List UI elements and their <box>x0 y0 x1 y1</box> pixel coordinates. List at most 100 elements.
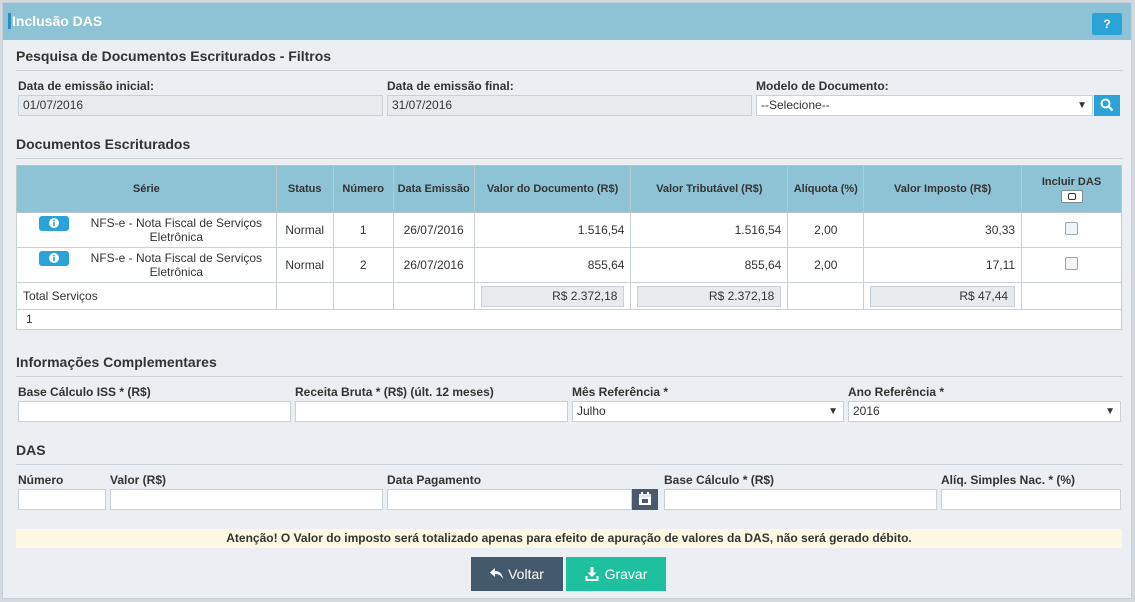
cell-serie: NFS-e - Nota Fiscal de Serviços Eletrôni… <box>16 212 277 248</box>
back-button-label: Voltar <box>508 566 544 582</box>
das-numero-input[interactable] <box>18 489 106 510</box>
download-icon <box>585 567 599 581</box>
start-date-label: Data de emissão inicial: <box>18 79 155 93</box>
search-button[interactable] <box>1094 95 1120 116</box>
search-icon <box>1100 98 1114 112</box>
warning-message: Atenção! O Valor do imposto será totaliz… <box>16 529 1122 548</box>
mes-referencia-select[interactable]: Julho ▼ <box>572 401 844 422</box>
cell-aliquota: 2,00 <box>787 212 865 248</box>
divider <box>16 70 1122 71</box>
total-valor-trib-cell: R$ 2.372,18 <box>630 282 789 310</box>
include-checkbox[interactable] <box>1065 222 1079 235</box>
end-date-label: Data de emissão final: <box>387 79 514 93</box>
col-numero: Número <box>332 165 394 213</box>
total-valor-imposto-cell: R$ 47,44 <box>863 282 1023 310</box>
calendar-button[interactable] <box>632 489 658 510</box>
model-select[interactable]: --Selecione-- ▼ <box>756 95 1093 116</box>
include-checkbox[interactable] <box>1065 257 1079 270</box>
page-number[interactable]: 1 <box>26 312 33 326</box>
empty-cell <box>275 282 334 310</box>
info-button[interactable] <box>39 216 69 232</box>
divider <box>16 464 1122 465</box>
col-data: Data Emissão <box>392 165 475 213</box>
mes-referencia-label: Mês Referência * <box>572 385 669 399</box>
col-incluir-label: Incluir DAS <box>1041 175 1102 188</box>
checkbox-icon <box>1067 192 1076 200</box>
divider <box>16 158 1122 159</box>
back-button[interactable]: Voltar <box>471 557 563 591</box>
cell-numero: 2 <box>332 247 394 283</box>
base-calculo-iss-input[interactable] <box>18 401 291 422</box>
empty-cell <box>392 282 475 310</box>
model-label: Modelo de Documento: <box>756 79 889 93</box>
das-section-title: DAS <box>16 442 46 458</box>
base-calculo-iss-label: Base Cálculo ISS * (R$) <box>18 385 151 399</box>
serie-text: NFS-e - Nota Fiscal de Serviços Eletrôni… <box>90 251 263 279</box>
total-valor-doc: R$ 2.372,18 <box>480 285 625 307</box>
cell-valor-imposto: 17,11 <box>863 247 1023 283</box>
documents-table: Série Status Número Data Emissão Valor d… <box>16 165 1122 310</box>
cell-data: 26/07/2016 <box>392 247 475 283</box>
page-title: Inclusão DAS <box>12 13 103 29</box>
das-form-panel: Inclusão DAS ? Pesquisa de Documentos Es… <box>2 2 1132 599</box>
receita-bruta-label: Receita Bruta * (R$) (últ. 12 meses) <box>295 385 494 399</box>
cell-valor-doc: 855,64 <box>473 247 632 283</box>
info-button[interactable] <box>39 251 69 267</box>
das-numero-label: Número <box>18 473 64 487</box>
cell-incluir <box>1021 247 1122 283</box>
empty-cell <box>1021 282 1122 310</box>
col-valor-imposto: Valor Imposto (R$) <box>863 165 1023 213</box>
das-aliquota-input[interactable] <box>941 489 1121 510</box>
das-data-pagamento-input[interactable] <box>387 489 632 510</box>
total-valor-doc-cell: R$ 2.372,18 <box>473 282 632 310</box>
chevron-down-icon: ▼ <box>1077 100 1087 111</box>
cell-incluir <box>1021 212 1122 248</box>
end-date-field[interactable]: 31/07/2016 <box>387 95 752 116</box>
total-valor-trib: R$ 2.372,18 <box>637 285 782 307</box>
receita-bruta-input[interactable] <box>295 401 568 422</box>
col-valor-trib: Valor Tributável (R$) <box>630 165 789 213</box>
mes-referencia-value: Julho <box>577 404 606 418</box>
col-aliquota: Alíquota (%) <box>787 165 865 213</box>
cell-status: Normal <box>275 212 334 248</box>
chevron-down-icon: ▼ <box>1105 406 1115 417</box>
cell-serie: NFS-e - Nota Fiscal de Serviços Eletrôni… <box>16 247 277 283</box>
table-header-row: Série Status Número Data Emissão Valor d… <box>16 165 1122 213</box>
cell-valor-trib: 1.516,54 <box>630 212 789 248</box>
pagination: 1 <box>16 309 1122 330</box>
ano-referencia-value: 2016 <box>853 404 880 418</box>
das-valor-input[interactable] <box>110 489 383 510</box>
save-button[interactable]: Gravar <box>566 557 666 591</box>
filters-section-title: Pesquisa de Documentos Escriturados - Fi… <box>16 48 332 64</box>
table-row: NFS-e - Nota Fiscal de Serviços Eletrôni… <box>16 212 1122 248</box>
col-status: Status <box>275 165 334 213</box>
cell-valor-doc: 1.516,54 <box>473 212 632 248</box>
info-cell <box>23 216 83 244</box>
totals-row: Total Serviços R$ 2.372,18 R$ 2.372,18 R… <box>16 282 1122 310</box>
col-valor-doc: Valor do Documento (R$) <box>473 165 632 213</box>
calendar-icon <box>639 492 651 505</box>
total-valor-imposto: R$ 47,44 <box>870 285 1016 307</box>
save-button-label: Gravar <box>604 566 648 582</box>
panel-header: Inclusão DAS ? <box>3 3 1131 40</box>
header-accent-bar <box>8 13 11 29</box>
ano-referencia-select[interactable]: 2016 ▼ <box>848 401 1121 422</box>
info-icon <box>49 253 59 264</box>
das-data-pagamento-label: Data Pagamento <box>387 473 482 487</box>
cell-valor-imposto: 30,33 <box>863 212 1023 248</box>
totals-label: Total Serviços <box>16 282 277 310</box>
help-button[interactable]: ? <box>1092 13 1122 35</box>
das-valor-label: Valor (R$) <box>110 473 167 487</box>
model-select-value: --Selecione-- <box>761 98 830 112</box>
das-base-calculo-input[interactable] <box>664 489 937 510</box>
ano-referencia-label: Ano Referência * <box>848 385 945 399</box>
empty-cell <box>787 282 865 310</box>
cell-aliquota: 2,00 <box>787 247 865 283</box>
divider <box>16 376 1122 377</box>
serie-text: NFS-e - Nota Fiscal de Serviços Eletrôni… <box>90 216 263 244</box>
info-cell <box>23 251 83 279</box>
start-date-field[interactable]: 01/07/2016 <box>18 95 383 116</box>
cell-status: Normal <box>275 247 334 283</box>
docs-section-title: Documentos Escriturados <box>16 136 191 152</box>
select-all-checkbox[interactable] <box>1060 189 1083 203</box>
